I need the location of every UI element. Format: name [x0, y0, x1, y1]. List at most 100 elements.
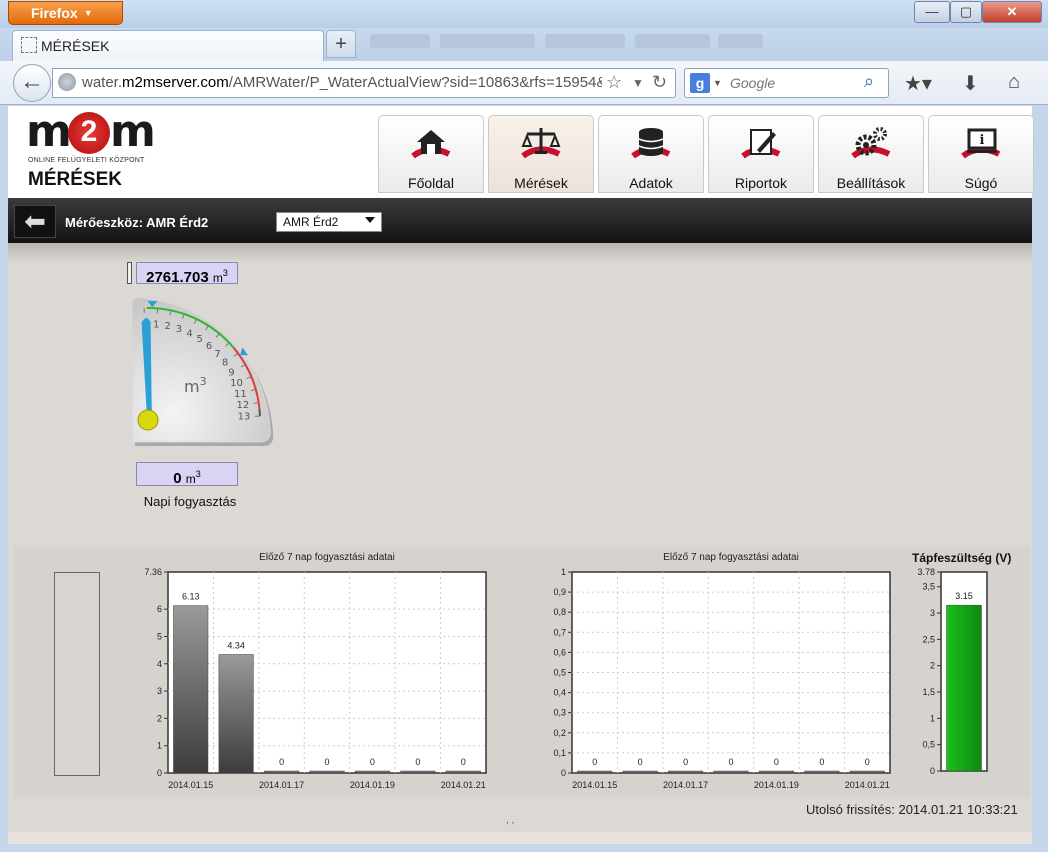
gauge-tick-label: 2 — [165, 321, 171, 332]
menu-sugo[interactable]: i Súgó — [928, 115, 1034, 193]
tab-meresek[interactable]: MÉRÉSEK — [12, 30, 324, 62]
daily-unit-sup: 3 — [195, 469, 201, 479]
bar — [218, 654, 254, 774]
total-unit: m — [212, 271, 223, 285]
y-tick-label: 0,5 — [553, 668, 566, 678]
bookmark-placeholder[interactable] — [635, 34, 710, 48]
maximize-button[interactable]: ▢ — [950, 1, 982, 23]
y-tick-label: 0,8 — [553, 607, 566, 617]
back-button[interactable]: ← — [13, 64, 51, 102]
y-tick-label: 2 — [157, 713, 162, 723]
bar-value-label: 0 — [865, 757, 870, 767]
tab-title: MÉRÉSEK — [41, 38, 110, 54]
search-placeholder: Google — [730, 75, 776, 91]
y-tick-label: 0,6 — [553, 647, 566, 657]
x-tick-label: 2014.01.17 — [259, 780, 304, 790]
device-select-value: AMR Érd2 — [283, 215, 339, 229]
y-tick-label: 1,5 — [922, 687, 935, 697]
window-titlebar — [0, 0, 1048, 28]
x-tick-label: 2014.01.19 — [754, 780, 799, 790]
bar-value-label: 0 — [279, 757, 284, 767]
gauge-hub — [137, 409, 159, 431]
menu-beallitasok[interactable]: Beállítások — [818, 115, 924, 193]
download-icon[interactable]: ⬇ — [962, 71, 979, 96]
consumption-chart-1: Előző 7 nap fogyasztási adatai 0 1 2 3 4 5 6 7.3… — [144, 552, 487, 790]
url-domain: m2mserver.com — [122, 74, 229, 91]
menu-label: Adatok — [629, 175, 673, 191]
bar — [445, 770, 481, 774]
minimize-button[interactable]: — — [914, 1, 950, 23]
bookmark-star-icon[interactable]: ☆ — [606, 72, 622, 93]
x-tick-label: 2014.01.21 — [441, 780, 486, 790]
bar — [849, 770, 885, 774]
bookmark-placeholder[interactable] — [440, 34, 535, 48]
firefox-menu-button[interactable]: Firefox ▼ — [8, 1, 123, 25]
menu-meresek[interactable]: Mérések — [488, 115, 594, 193]
chart-title: Előző 7 nap fogyasztási adatai — [663, 552, 799, 563]
menu-label: Súgó — [964, 175, 998, 191]
bar-value-label: 0 — [461, 757, 466, 767]
arrow-left-icon: ⬅ — [24, 206, 46, 236]
bookmark-placeholder[interactable] — [718, 34, 763, 48]
search-icon[interactable]: ⌕ — [864, 71, 874, 92]
bar-value-label: 6.13 — [182, 592, 200, 602]
bookmarks-menu-icon[interactable]: ★▾ — [904, 71, 932, 96]
gauge-tick-label: 10 — [230, 378, 243, 389]
bookmark-placeholder[interactable] — [370, 34, 430, 48]
history-dropdown-icon[interactable]: ▼ — [632, 76, 644, 90]
url-text[interactable]: water.m2mserver.com/AMRWater/P_WaterActu… — [82, 74, 602, 94]
logo-letter-m: m — [110, 106, 156, 157]
y-tick-label: 0,2 — [553, 728, 566, 738]
x-tick-label: 2014.01.19 — [350, 780, 395, 790]
bar-value-label: 0 — [819, 757, 824, 767]
reload-icon[interactable]: ↻ — [652, 72, 667, 93]
device-label: Mérőeszköz: AMR Érd2 — [65, 215, 209, 230]
svg-text:i: i — [980, 133, 985, 148]
total-unit-sup: 3 — [222, 268, 228, 278]
chevron-down-icon: ▼ — [83, 8, 93, 18]
help-icon: i — [961, 128, 1001, 159]
y-tick-label: 3.78 — [917, 567, 935, 577]
y-tick-label: 0 — [561, 768, 566, 778]
close-window-button[interactable]: ✕ — [982, 1, 1042, 23]
back-arrow-button[interactable]: ⬅ — [14, 205, 56, 238]
url-prefix: water. — [82, 74, 123, 91]
daily-reading: 0 m3 — [136, 462, 238, 487]
y-tick-label: 3 — [930, 608, 935, 618]
device-select[interactable]: AMR Érd2 — [276, 212, 382, 232]
y-tick-label: 2 — [930, 661, 935, 671]
last-refresh: Utolsó frissítés: 2014.01.21 10:33:21 — [806, 802, 1018, 817]
gears-icon — [851, 127, 891, 159]
gauge-tick-label: 4 — [186, 328, 192, 339]
bar — [354, 770, 390, 774]
menu-adatok[interactable]: Adatok — [598, 115, 704, 193]
new-tab-button[interactable]: + — [326, 30, 356, 58]
logo-letter-m: m — [26, 106, 72, 157]
engine-dropdown-icon[interactable]: ▼ — [713, 78, 722, 88]
chart-title: Előző 7 nap fogyasztási adatai — [259, 552, 395, 563]
y-tick-label: 0 — [930, 766, 935, 776]
voltage-title: Tápfeszültség (V) — [912, 551, 1012, 565]
menu-fooldal[interactable]: Főoldal — [378, 115, 484, 193]
bookmark-placeholder[interactable] — [545, 34, 625, 48]
y-tick-label: 0 — [157, 768, 162, 778]
y-tick-label: 0,1 — [553, 748, 566, 758]
firefox-menu-label: Firefox — [31, 5, 78, 21]
toolbar-shadow — [8, 243, 1032, 263]
bar-value-label: 0 — [324, 757, 329, 767]
y-tick-label: 0,5 — [922, 740, 935, 750]
bar-value-label: 0 — [638, 757, 643, 767]
home-icon[interactable]: ⌂ — [1008, 71, 1020, 94]
x-tick-label: 2014.01.15 — [168, 780, 213, 790]
bar-value-label: 0 — [728, 757, 733, 767]
menu-riportok[interactable]: Riportok — [708, 115, 814, 193]
gauge-tick-label: 11 — [234, 389, 247, 400]
gauge-tick-label: 1 — [153, 319, 159, 330]
bar-value-label: 3.15 — [955, 591, 973, 601]
total-value: 2761.703 — [146, 269, 209, 286]
bar-value-label: 0 — [592, 757, 597, 767]
gauge-tick-label: 7 — [214, 349, 220, 360]
google-engine-icon[interactable]: g — [690, 73, 710, 93]
globe-icon — [58, 73, 76, 91]
y-tick-label: 4 — [157, 659, 162, 669]
